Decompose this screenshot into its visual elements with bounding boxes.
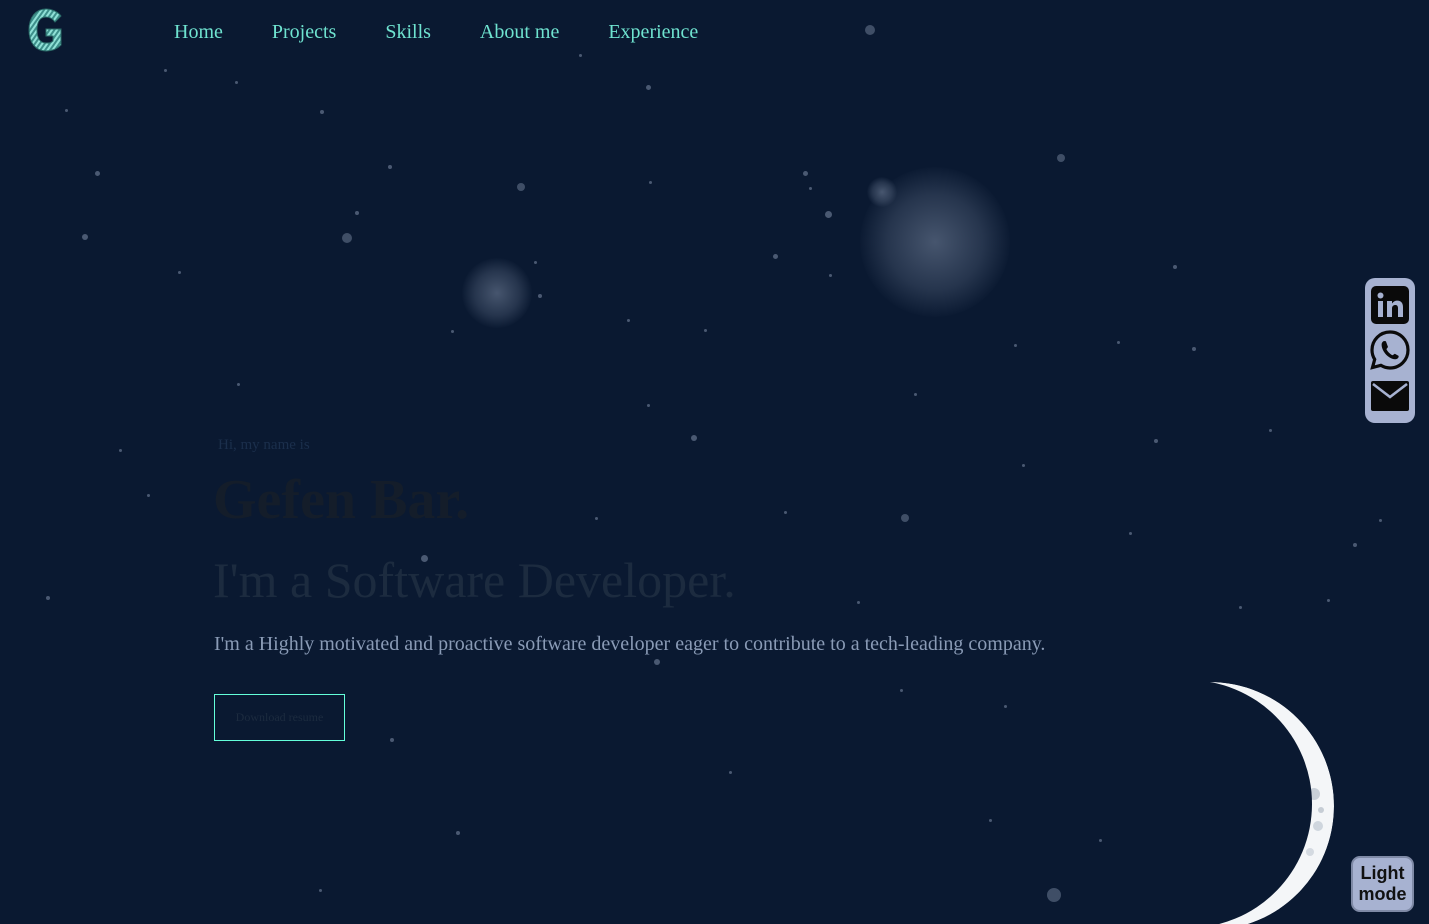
whatsapp-icon[interactable] <box>1369 329 1411 371</box>
star <box>594 516 598 520</box>
star <box>899 688 903 692</box>
star <box>82 234 88 240</box>
star <box>865 25 875 35</box>
star <box>645 84 651 90</box>
star <box>94 170 100 176</box>
star <box>654 659 660 665</box>
nav-item-about-me[interactable]: About me <box>480 21 559 44</box>
star <box>318 888 322 892</box>
hero-name: Gefen Bar. <box>213 469 470 531</box>
star <box>538 294 542 298</box>
star <box>1378 518 1382 522</box>
hero-greeting: Hi, my name is <box>218 437 310 453</box>
star <box>901 514 909 522</box>
star <box>1154 439 1158 443</box>
star <box>828 273 832 277</box>
star <box>988 818 992 822</box>
star <box>1192 347 1196 351</box>
light-mode-label-line1: Light <box>1360 863 1405 883</box>
page: Home Projects Skills About me Experience… <box>0 0 1429 924</box>
nav-item-home[interactable]: Home <box>174 21 223 44</box>
star <box>1047 888 1061 902</box>
nav-item-skills[interactable]: Skills <box>385 21 431 44</box>
moon-decoration <box>1080 676 1340 924</box>
star <box>1268 428 1272 432</box>
star <box>1326 598 1330 602</box>
hero-description: I'm a Highly motivated and proactive sof… <box>214 633 1046 655</box>
star <box>728 770 732 774</box>
logo[interactable] <box>27 8 65 52</box>
star <box>1128 531 1132 535</box>
star <box>390 738 394 742</box>
download-resume-button[interactable]: Download resume <box>214 694 345 741</box>
star <box>1173 265 1177 269</box>
star <box>913 392 917 396</box>
star <box>626 318 630 322</box>
star <box>342 233 352 243</box>
star <box>163 68 167 72</box>
star <box>1021 463 1025 467</box>
light-mode-toggle[interactable]: Light mode <box>1351 856 1414 912</box>
star <box>177 270 181 274</box>
nav-item-experience[interactable]: Experience <box>608 21 698 44</box>
star <box>783 510 787 514</box>
star <box>118 448 122 452</box>
star <box>1013 343 1017 347</box>
star <box>355 211 359 215</box>
star <box>388 165 392 169</box>
star-glow <box>462 258 532 328</box>
star <box>450 329 454 333</box>
star <box>456 831 460 835</box>
star <box>648 180 652 184</box>
star <box>320 110 324 114</box>
email-icon[interactable] <box>1369 375 1411 417</box>
star <box>1057 154 1065 162</box>
star <box>533 260 537 264</box>
star <box>578 53 582 57</box>
hero-role: I'm a Software Developer. <box>213 552 736 608</box>
star <box>703 328 707 332</box>
star-glow <box>867 177 897 207</box>
light-mode-label-line2: mode <box>1358 884 1407 904</box>
star <box>1116 340 1120 344</box>
star <box>772 253 778 259</box>
star <box>46 596 50 600</box>
social-links-panel <box>1365 278 1415 423</box>
star <box>856 600 860 604</box>
star <box>517 183 525 191</box>
star <box>802 170 808 176</box>
star <box>1238 605 1242 609</box>
linkedin-icon[interactable] <box>1369 284 1411 326</box>
star <box>234 80 238 84</box>
star <box>236 382 240 386</box>
star <box>646 403 650 407</box>
star <box>146 493 150 497</box>
star <box>1003 704 1007 708</box>
star <box>824 210 832 218</box>
main-nav: Home Projects Skills About me Experience <box>174 21 747 44</box>
star <box>691 435 697 441</box>
nav-item-projects[interactable]: Projects <box>272 21 336 44</box>
star <box>64 108 68 112</box>
star <box>1353 543 1357 547</box>
star <box>808 186 812 190</box>
